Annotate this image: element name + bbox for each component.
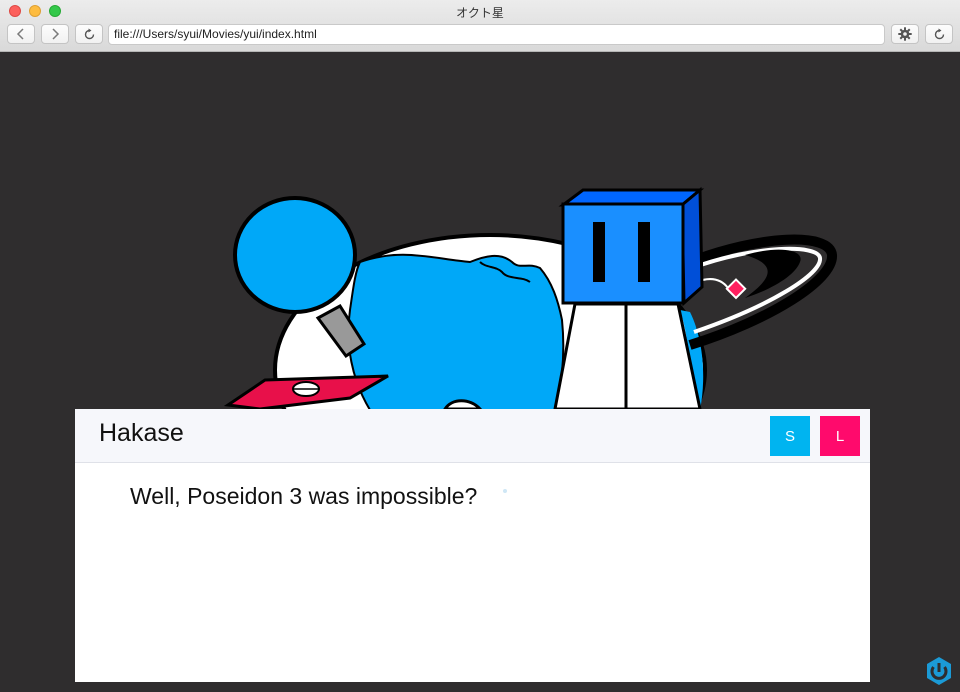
gear-icon	[898, 27, 912, 41]
dialog-text: Well, Poseidon 3 was impossible?	[130, 483, 478, 509]
cube-eye-right	[638, 222, 650, 282]
dialog-header: Hakase S L	[75, 409, 870, 463]
dialog-box: Hakase S L Well, Poseidon 3 was impossib…	[75, 409, 870, 682]
lollipop-head	[233, 196, 357, 314]
cube-side	[680, 186, 704, 307]
pink-diamond	[725, 278, 747, 300]
reload-icon	[84, 28, 94, 39]
settings-button[interactable]	[891, 24, 919, 44]
load-button[interactable]: L	[820, 416, 860, 456]
reload-button-right[interactable]	[925, 24, 953, 44]
window-titlebar: オクト星 file:///Users/syui/Movies/yui/index…	[0, 0, 960, 52]
reload-button-left[interactable]	[75, 24, 103, 44]
forward-button[interactable]	[41, 24, 69, 44]
ring-shadow	[745, 249, 801, 298]
speaker-name: Hakase	[99, 419, 184, 447]
planet-continent	[347, 253, 565, 411]
save-button[interactable]: S	[770, 416, 810, 456]
window-title: オクト星	[456, 6, 504, 20]
chevron-right-icon	[52, 28, 60, 40]
reload-icon	[934, 28, 944, 39]
chevron-left-icon	[16, 28, 24, 40]
cube-front	[561, 202, 685, 305]
text-advance-indicator	[503, 489, 507, 493]
address-bar[interactable]: file:///Users/syui/Movies/yui/index.html	[108, 24, 885, 45]
cube-eye-left	[593, 222, 605, 282]
back-button[interactable]	[7, 24, 35, 44]
power-logo-icon[interactable]	[924, 655, 954, 687]
